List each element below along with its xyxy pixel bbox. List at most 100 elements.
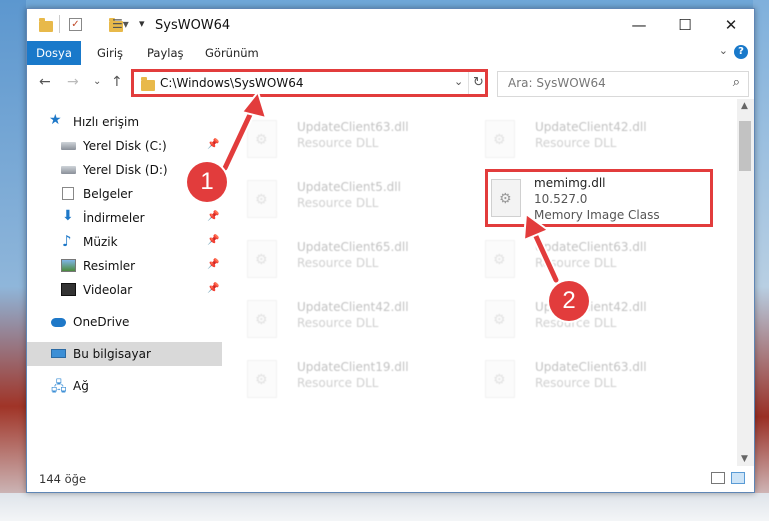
help-icon[interactable]: ? [734,45,748,59]
music-icon: ♪ [62,232,72,250]
forward-arrow-icon[interactable]: → [67,74,79,90]
documents-icon [62,187,74,200]
file-name: UpdateClient63.dll [297,120,409,134]
large-icons-view-icon[interactable] [731,472,745,484]
dll-file-icon [247,240,277,278]
file-item[interactable]: UpdateClient63.dll Resource DLL [227,114,452,166]
dll-file-icon [247,360,277,398]
sidebar-item-this-pc[interactable]: Bu bilgisayar [27,342,222,366]
file-item[interactable]: UpdateClient65.dll Resource DLL [227,234,452,286]
pin-icon: 📌 [207,139,220,150]
file-list: UpdateClient63.dll Resource DLL UpdateCl… [227,104,735,466]
dll-file-icon [485,300,515,338]
dll-file-icon [485,360,515,398]
tab-home[interactable]: Giriş [97,41,123,65]
tab-share[interactable]: Paylaş [147,41,184,65]
file-description: Resource DLL [297,316,379,330]
customize-icon[interactable]: ☰▾ [112,17,129,35]
sidebar-item-local-disk-c[interactable]: Yerel Disk (C:) 📌 [27,134,222,158]
sidebar-item-label: Müzik [83,235,118,249]
dll-file-icon [491,179,521,217]
sidebar-item-network[interactable]: 🖧 Ağ [27,374,222,398]
cloud-icon [51,318,66,327]
sidebar-item-downloads[interactable]: ⬇ İndirmeler 📌 [27,206,222,230]
minimize-button[interactable]: — [616,9,662,41]
dll-file-icon [247,180,277,218]
file-item[interactable]: UpdateClient63.dll Resource DLL [465,354,690,406]
file-item[interactable]: UpdateClient42.dll Resource DLL [465,114,690,166]
scroll-up-icon[interactable]: ▲ [741,101,748,111]
sidebar-item-label: İndirmeler [83,211,145,225]
file-name: UpdateClient42.dll [535,120,647,134]
download-icon: ⬇ [62,208,74,224]
file-description: Resource DLL [297,136,379,150]
file-item[interactable]: UpdateClient19.dll Resource DLL [227,354,452,406]
properties-icon[interactable]: ✓ [69,18,82,31]
tab-view[interactable]: Görünüm [205,41,259,65]
sidebar-item-label: Videolar [83,283,133,297]
sidebar-item-label: OneDrive [73,315,130,329]
desktop-background-right [753,0,769,521]
sidebar-item-label: Yerel Disk (D:) [83,163,168,177]
sidebar-item-label: Yerel Disk (C:) [83,139,167,153]
file-description: Resource DLL [297,196,379,210]
scrollbar-thumb[interactable] [739,121,751,171]
file-name: UpdateClient63.dll [535,240,647,254]
desktop-background-left [0,0,26,521]
explorer-window: ✓ ☰▾ ▾ SysWOW64 — ☐ ✕ Dosya Giriş Paylaş… [26,8,755,493]
title-bar: ✓ ☰▾ ▾ SysWOW64 — ☐ ✕ [27,9,754,41]
sidebar-item-quick-access[interactable]: ★ Hızlı erişim [27,110,222,134]
file-item[interactable]: UpdateClient5.dll Resource DLL [227,174,452,226]
sidebar-item-label: Hızlı erişim [73,115,140,129]
file-item[interactable]: UpdateClient63.dll Resource DLL [465,234,690,286]
maximize-button[interactable]: ☐ [662,9,708,41]
sidebar-item-pictures[interactable]: Resimler 📌 [27,254,222,278]
pin-icon: 📌 [207,211,220,222]
item-count: 144 öğe [39,472,87,486]
file-name: UpdateClient65.dll [297,240,409,254]
desktop-background-bottom [0,493,769,521]
videos-icon [61,283,76,296]
sidebar-item-onedrive[interactable]: OneDrive [27,310,222,334]
callout-badge-2: 2 [549,281,589,321]
scroll-down-icon[interactable]: ▼ [741,454,748,464]
star-icon: ★ [49,112,62,128]
sidebar-item-videos[interactable]: Videolar 📌 [27,278,222,302]
search-icon[interactable]: ⌕ [733,75,740,90]
status-bar: 144 öğe [27,466,754,492]
back-arrow-icon[interactable]: ← [39,74,51,90]
navigation-bar: ← → ⌄ ↑ C:\Windows\SysWOW64 ⌄ ↻ Ara: Sys… [27,69,754,99]
dll-file-icon [485,240,515,278]
computer-icon [51,349,66,358]
file-name: UpdateClient5.dll [297,180,401,194]
file-item[interactable]: UpdateClient42.dll Resource DLL [227,294,452,346]
sidebar-item-label: Ağ [73,379,89,393]
details-view-icon[interactable] [711,472,725,484]
file-description: Resource DLL [535,256,617,270]
file-name: UpdateClient63.dll [535,360,647,374]
close-button[interactable]: ✕ [708,9,754,41]
recent-locations-icon[interactable]: ⌄ [93,76,101,87]
window-title: SysWOW64 [155,18,231,33]
sidebar-item-music[interactable]: ♪ Müzik 📌 [27,230,222,254]
search-placeholder: Ara: SysWOW64 [508,76,606,90]
search-box[interactable]: Ara: SysWOW64 ⌕ [497,71,749,97]
network-icon: 🖧 [51,379,67,395]
vertical-scrollbar[interactable]: ▲ ▼ [737,99,754,466]
quick-access-dropdown-icon[interactable]: ▾ [139,17,145,35]
file-description: Resource DLL [297,256,379,270]
callout-badge-1: 1 [187,162,227,202]
expand-ribbon-icon[interactable]: ⌄ [719,44,728,57]
ribbon-tabs: Dosya Giriş Paylaş Görünüm ⌄ ? [27,41,754,65]
file-name: UpdateClient19.dll [297,360,409,374]
dll-file-icon [247,300,277,338]
selected-file-item[interactable]: memimg.dll 10.527.0 Memory Image Class [485,169,713,227]
drive-icon [61,142,76,150]
file-name: UpdateClient42.dll [297,300,409,314]
tab-file[interactable]: Dosya [27,41,81,65]
file-description: Resource DLL [535,376,617,390]
up-arrow-icon[interactable]: ↑ [111,74,123,90]
sidebar-item-label: Bu bilgisayar [73,347,151,361]
dll-file-icon [247,120,277,158]
pin-icon: 📌 [207,235,220,246]
